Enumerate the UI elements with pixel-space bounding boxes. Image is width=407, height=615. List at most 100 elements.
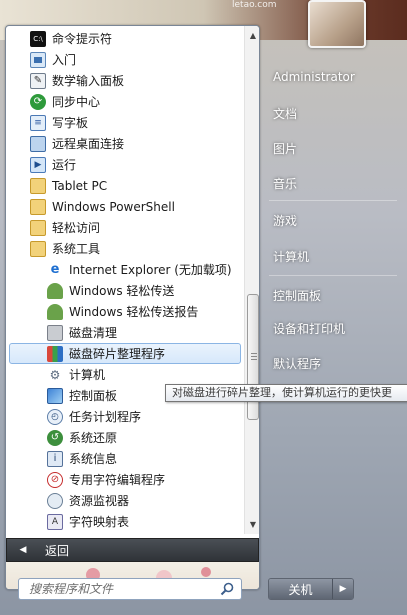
list-item-label: 数学输入面板 — [52, 74, 125, 88]
scroll-up-button[interactable]: ▲ — [246, 28, 259, 42]
search-input[interactable] — [29, 582, 219, 596]
list-item[interactable]: ▶ 运行 — [30, 154, 76, 175]
list-item-label: 同步中心 — [52, 95, 101, 109]
list-item[interactable]: ✎ 数学输入面板 — [30, 70, 124, 91]
folder-icon — [30, 240, 46, 257]
list-item-label: 命令提示符 — [52, 32, 113, 46]
list-item-label: 专用字符编辑程序 — [69, 473, 166, 487]
resource-monitor-icon — [47, 492, 63, 509]
list-item-label: 写字板 — [52, 116, 89, 130]
scroll-down-button[interactable]: ▼ — [246, 517, 259, 531]
list-item-selected[interactable]: 磁盘碎片整理程序 — [9, 343, 241, 364]
user-picture[interactable] — [308, 0, 366, 48]
separator — [269, 200, 397, 201]
easy-transfer-reports-icon — [47, 303, 63, 320]
list-item-label: 字符映射表 — [69, 515, 130, 529]
list-item-label: 磁盘清理 — [69, 326, 118, 340]
shutdown-button[interactable]: 关机 — [269, 579, 332, 599]
list-item-label: Tablet PC — [52, 178, 108, 193]
documents-link[interactable]: 文档 — [273, 105, 297, 122]
list-item-label: Windows PowerShell — [52, 199, 175, 214]
disk-defragmenter-icon — [47, 345, 63, 362]
list-item-label: Windows 轻松传送 — [69, 284, 175, 298]
private-character-editor-icon: ⊘ — [47, 471, 63, 488]
task-scheduler-icon: ◴ — [47, 408, 63, 425]
list-item-label: 磁盘碎片整理程序 — [69, 347, 166, 361]
back-label: 返回 — [45, 543, 70, 558]
list-item[interactable]: 磁盘清理 — [47, 322, 117, 343]
list-item[interactable]: 系统工具 — [30, 238, 100, 259]
list-item[interactable]: Windows PowerShell — [30, 196, 175, 217]
list-item[interactable]: Tablet PC — [30, 175, 107, 196]
list-item-label: 远程桌面连接 — [52, 137, 125, 151]
folder-icon — [30, 219, 46, 236]
separator — [269, 275, 397, 276]
list-item[interactable]: C:\ 命令提示符 — [30, 28, 112, 49]
list-item[interactable]: 远程桌面连接 — [30, 133, 124, 154]
system-restore-icon: ↺ — [47, 429, 63, 446]
back-button[interactable]: ◀ 返回 — [6, 538, 259, 562]
devices-printers-link[interactable]: 设备和打印机 — [273, 320, 345, 337]
list-item[interactable]: Windows 轻松传送报告 — [47, 301, 198, 322]
list-item[interactable]: i 系统信息 — [47, 448, 117, 469]
shutdown-control: 关机 ▶ — [268, 578, 354, 600]
scroll-grip — [251, 356, 257, 357]
remote-desktop-icon — [30, 135, 46, 152]
run-icon: ▶ — [30, 156, 46, 173]
computer-link[interactable]: 计算机 — [273, 248, 309, 265]
list-item[interactable]: ↺ 系统还原 — [47, 427, 117, 448]
list-item-label: Internet Explorer (无加载项) — [69, 263, 232, 277]
list-item[interactable]: ≡ 写字板 — [30, 112, 88, 133]
start-menu-programs-pane: C:\ 命令提示符 入门 ✎ 数学输入面板 ⟳ 同步中心 ≡ 写字板 远程桌面连… — [5, 25, 260, 590]
list-item-label: 系统工具 — [52, 242, 101, 256]
system-information-icon: i — [47, 450, 63, 467]
folder-icon — [30, 198, 46, 215]
default-programs-link[interactable]: 默认程序 — [273, 355, 321, 372]
list-item[interactable]: Windows 轻松传送 — [47, 280, 174, 301]
list-item[interactable]: ⊘ 专用字符编辑程序 — [47, 469, 165, 490]
math-input-icon: ✎ — [30, 72, 46, 89]
scroll-grip — [251, 359, 257, 360]
user-name[interactable]: Administrator — [273, 70, 355, 84]
control-panel-icon — [47, 387, 63, 404]
internet-explorer-icon: e — [50, 262, 60, 277]
list-item-label: 运行 — [52, 158, 77, 172]
list-item[interactable]: ⚙ 计算机 — [47, 364, 105, 385]
list-item[interactable]: A 字符映射表 — [47, 511, 129, 531]
wordpad-icon: ≡ — [30, 114, 46, 131]
folder-icon — [30, 177, 46, 194]
shutdown-options-arrow-icon[interactable]: ▶ — [332, 579, 353, 599]
search-box[interactable] — [18, 578, 242, 600]
scroll-grip — [251, 353, 257, 354]
list-item-label: 任务计划程序 — [69, 410, 142, 424]
all-programs-list: C:\ 命令提示符 入门 ✎ 数学输入面板 ⟳ 同步中心 ≡ 写字板 远程桌面连… — [6, 26, 244, 531]
computer-icon: ⚙ — [49, 367, 61, 382]
list-item[interactable]: 入门 — [30, 49, 76, 70]
list-item[interactable]: ⟳ 同步中心 — [30, 91, 100, 112]
list-item-label: 资源监视器 — [69, 494, 130, 508]
list-item[interactable]: 控制面板 — [47, 385, 117, 406]
getting-started-icon — [30, 51, 46, 68]
list-item[interactable]: 资源监视器 — [47, 490, 129, 511]
list-item-label: 系统信息 — [69, 452, 118, 466]
list-item-label: 入门 — [52, 53, 77, 67]
list-item-label: 控制面板 — [69, 389, 118, 403]
programs-scrollbar[interactable]: ▲ ▼ — [244, 26, 259, 534]
sync-center-icon: ⟳ — [30, 93, 46, 110]
games-link[interactable]: 游戏 — [273, 212, 297, 229]
easy-transfer-icon — [47, 282, 63, 299]
flower-decoration — [201, 567, 211, 577]
list-item[interactable]: e Internet Explorer (无加载项) — [47, 259, 232, 280]
list-item-label: 系统还原 — [69, 431, 118, 445]
character-map-icon: A — [47, 513, 63, 530]
music-link[interactable]: 音乐 — [273, 175, 297, 192]
list-item-label: Windows 轻松传送报告 — [69, 305, 199, 319]
watermark: letao.com — [232, 0, 277, 10]
back-arrow-icon: ◀ — [19, 545, 27, 555]
control-panel-link[interactable]: 控制面板 — [273, 287, 321, 304]
search-icon[interactable] — [220, 582, 234, 596]
pictures-link[interactable]: 图片 — [273, 140, 297, 157]
list-item[interactable]: ◴ 任务计划程序 — [47, 406, 141, 427]
list-item[interactable]: 轻松访问 — [30, 217, 100, 238]
list-item-label: 轻松访问 — [52, 221, 101, 235]
